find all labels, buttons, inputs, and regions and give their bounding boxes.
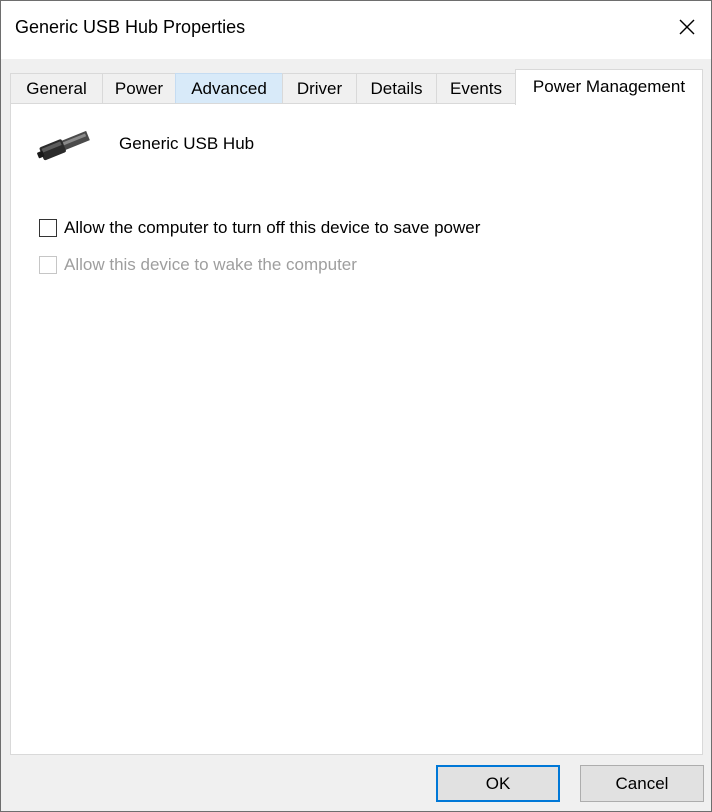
- close-icon: [679, 19, 695, 35]
- close-button[interactable]: [667, 7, 707, 47]
- allow-wake-checkbox: [39, 256, 57, 274]
- allow-wake-option: Allow this device to wake the computer: [39, 254, 357, 276]
- tab-strip: General Power Advanced Driver Details Ev…: [10, 69, 704, 105]
- window-title: Generic USB Hub Properties: [15, 17, 246, 37]
- tab-label: Driver: [296, 79, 343, 98]
- title-bar: Generic USB Hub Properties: [1, 1, 711, 59]
- cancel-button[interactable]: Cancel: [580, 765, 704, 802]
- tab-label: Events: [450, 79, 502, 98]
- tab-details[interactable]: Details: [356, 73, 437, 103]
- cancel-button-label: Cancel: [615, 774, 669, 793]
- allow-turn-off-checkbox[interactable]: [39, 219, 57, 237]
- ok-button-label: OK: [485, 774, 511, 793]
- usb-plug-icon: [37, 130, 90, 161]
- tab-label: General: [26, 79, 87, 98]
- tab-advanced[interactable]: Advanced: [175, 73, 283, 103]
- tab-power-management[interactable]: Power Management: [515, 69, 703, 105]
- tab-events[interactable]: Events: [436, 73, 516, 103]
- device-name: Generic USB Hub: [119, 134, 255, 153]
- ok-button[interactable]: OK: [436, 765, 560, 802]
- allow-turn-off-option[interactable]: Allow the computer to turn off this devi…: [39, 217, 480, 239]
- tab-label: Power: [114, 79, 164, 98]
- tab-label: Details: [370, 79, 423, 98]
- allow-turn-off-label[interactable]: Allow the computer to turn off this devi…: [64, 218, 480, 238]
- tab-general[interactable]: General: [10, 73, 103, 103]
- allow-wake-label: Allow this device to wake the computer: [64, 255, 357, 274]
- tab-panel-power-management: Generic USB Hub Allow the computer to tu…: [10, 103, 703, 755]
- tab-label: Power Management: [532, 77, 686, 96]
- tab-driver[interactable]: Driver: [282, 73, 357, 103]
- properties-dialog: Generic USB Hub Properties General Power…: [0, 0, 712, 812]
- tab-power[interactable]: Power: [102, 73, 176, 103]
- tab-label: Advanced: [191, 79, 267, 98]
